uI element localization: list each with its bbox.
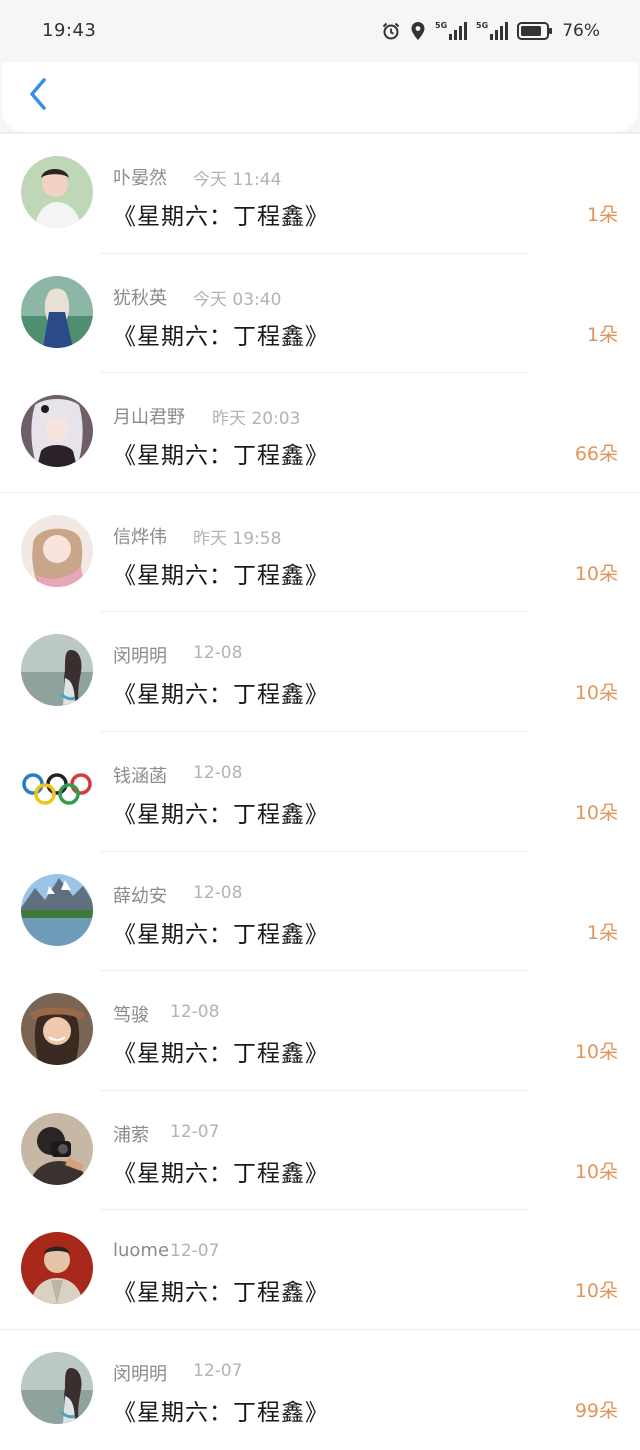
user-name: luome [113, 1240, 170, 1262]
flower-count: 10朵 [574, 562, 618, 585]
timestamp: 昨天 20:03 [212, 409, 301, 430]
timestamp: 今天 11:44 [193, 170, 282, 190]
battery-icon [517, 21, 553, 41]
avatar [21, 634, 93, 707]
flower-count: 10朵 [574, 1160, 618, 1183]
flower-count: 1朵 [586, 921, 618, 944]
user-name: 闵明明 [113, 646, 167, 668]
avatar [21, 514, 93, 587]
list-item[interactable]: luome 12-07 《星期六：丁程鑫》 10朵 [0, 1210, 640, 1330]
item-title: 《星期六：丁程鑫》 [113, 1280, 329, 1307]
list-item[interactable]: 信烨伟 昨天 19:58 《星期六：丁程鑫》 10朵 [0, 493, 640, 613]
list-item[interactable]: 闵明明 12-08 《星期六：丁程鑫》 10朵 [0, 612, 640, 732]
item-title: 《星期六：丁程鑫》 [113, 443, 329, 470]
list-item[interactable]: 闵明明 12-07 《星期六：丁程鑫》 99朵 [0, 1330, 640, 1450]
user-name: 犹秋英 [113, 287, 167, 309]
status-icons: 5G 5G 76% [381, 19, 600, 43]
flower-count: 10朵 [574, 1041, 618, 1064]
avatar [21, 156, 93, 228]
user-name: 笃骏 [113, 1005, 149, 1027]
status-bar: 19:43 5G 5G 76% [0, 0, 640, 62]
avatar [21, 753, 93, 826]
flower-count: 10朵 [574, 682, 618, 705]
timestamp: 昨天 19:58 [193, 528, 282, 549]
item-title: 《星期六：丁程鑫》 [113, 921, 329, 948]
nav-bar [0, 62, 640, 132]
list-item[interactable]: 薛幼安 12-08 《星期六：丁程鑫》 1朵 [0, 852, 640, 972]
timestamp: 12-08 [170, 1002, 220, 1023]
user-name: 薛幼安 [113, 885, 167, 907]
user-name: 浦萦 [113, 1124, 149, 1146]
flower-count: 99朵 [574, 1399, 618, 1422]
chevron-left-icon [27, 77, 49, 115]
avatar [21, 873, 93, 946]
list-item[interactable]: 月山君野 昨天 20:03 《星期六：丁程鑫》 66朵 [0, 373, 640, 493]
svg-text:5G: 5G [476, 21, 488, 30]
alarm-icon [381, 21, 401, 41]
avatar [21, 275, 93, 348]
signal-5g-icon-2: 5G [476, 20, 509, 42]
signal-5g-icon-1: 5G [435, 20, 468, 42]
timestamp: 12-08 [193, 882, 243, 903]
flower-count: 10朵 [574, 1280, 618, 1303]
back-button[interactable] [18, 76, 58, 116]
item-title: 《星期六：丁程鑫》 [113, 1399, 329, 1426]
avatar [21, 1112, 93, 1185]
avatar [21, 1232, 93, 1305]
svg-text:5G: 5G [435, 21, 447, 30]
list-item[interactable]: 钱涵菡 12-08 《星期六：丁程鑫》 10朵 [0, 732, 640, 852]
list-item[interactable]: 浦萦 12-07 《星期六：丁程鑫》 10朵 [0, 1091, 640, 1211]
user-name: 卟晏然 [113, 168, 167, 189]
location-icon [410, 21, 426, 41]
nav-card [2, 62, 638, 132]
flower-count: 66朵 [574, 443, 618, 466]
timestamp: 今天 03:40 [193, 289, 282, 310]
list-item[interactable]: 笃骏 12-08 《星期六：丁程鑫》 10朵 [0, 971, 640, 1091]
item-title: 《星期六：丁程鑫》 [113, 204, 329, 230]
flower-count: 10朵 [574, 801, 618, 824]
list-item[interactable]: 卟晏然 今天 11:44 《星期六：丁程鑫》 1朵 [0, 134, 640, 254]
item-title: 《星期六：丁程鑫》 [113, 562, 329, 589]
battery-percent: 76% [562, 21, 600, 41]
timestamp: 12-08 [193, 643, 243, 664]
list-item[interactable]: 犹秋英 今天 03:40 《星期六：丁程鑫》 1朵 [0, 254, 640, 374]
avatar [21, 395, 93, 468]
item-title: 《星期六：丁程鑫》 [113, 1160, 329, 1187]
item-title: 《星期六：丁程鑫》 [113, 682, 329, 709]
user-name: 月山君野 [113, 407, 185, 429]
status-time: 19:43 [42, 20, 97, 41]
timestamp: 12-07 [193, 1360, 243, 1381]
item-title: 《星期六：丁程鑫》 [113, 801, 329, 828]
flower-count: 1朵 [586, 204, 618, 226]
user-name: 信烨伟 [113, 526, 167, 548]
timestamp: 12-07 [170, 1121, 220, 1142]
timestamp: 12-08 [193, 762, 243, 783]
item-title: 《星期六：丁程鑫》 [113, 1041, 329, 1068]
user-name: 闵明明 [113, 1363, 167, 1385]
item-title: 《星期六：丁程鑫》 [113, 323, 329, 350]
gift-list: 卟晏然 今天 11:44 《星期六：丁程鑫》 1朵 犹秋英 今天 03:40 《… [0, 134, 640, 1450]
user-name: 钱涵菡 [113, 765, 167, 787]
timestamp: 12-07 [170, 1241, 220, 1262]
avatar [21, 1351, 93, 1424]
avatar [21, 993, 93, 1066]
flower-count: 1朵 [586, 323, 618, 346]
